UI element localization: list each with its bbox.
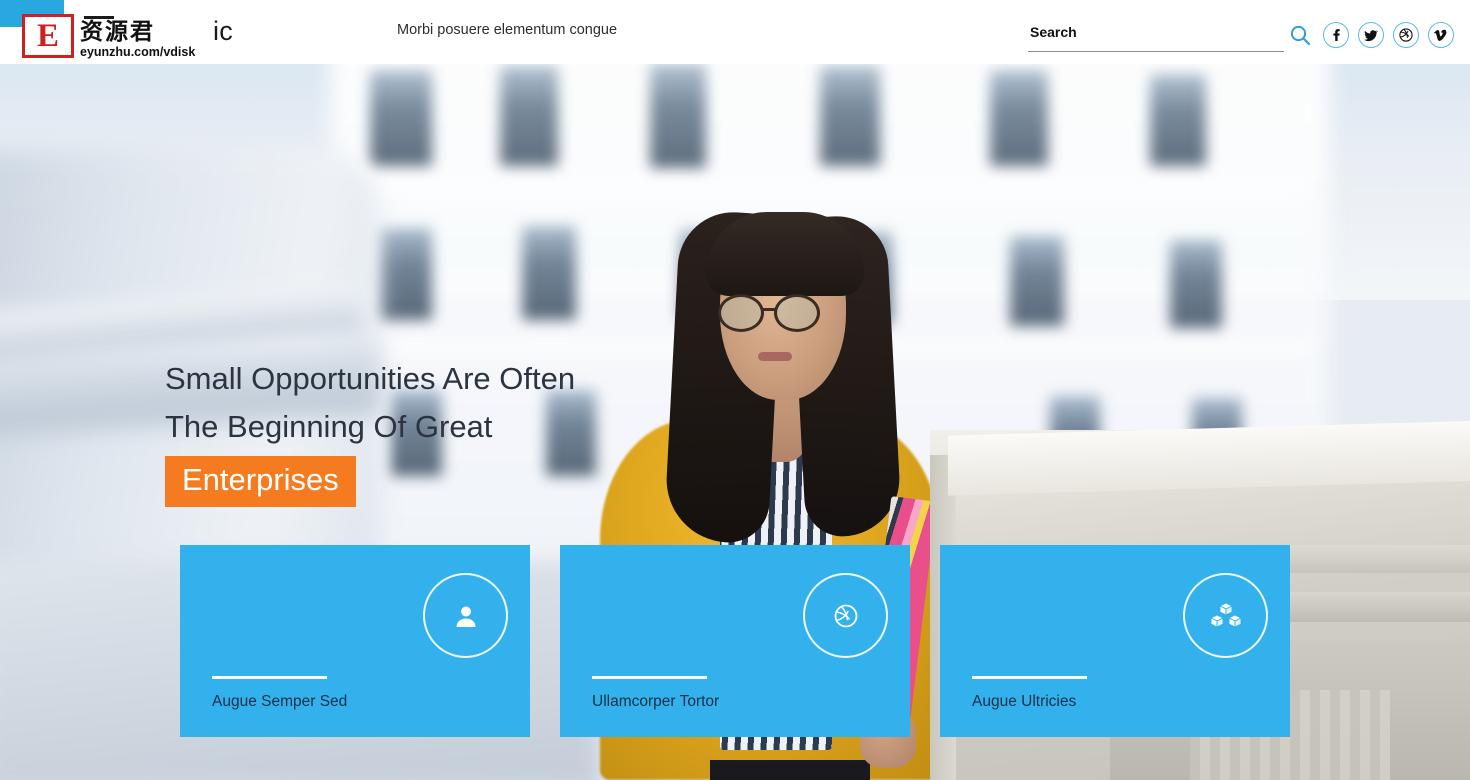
site-header: ic Morbi posuere elementum congue xyxy=(0,0,1470,64)
nav-tagline[interactable]: Morbi posuere elementum congue xyxy=(397,22,617,38)
page-root: ic Morbi posuere elementum congue Search… xyxy=(0,0,1470,780)
search-input[interactable] xyxy=(1028,18,1284,51)
watermark-text: 资源君 eyunzhu.com/vdisk xyxy=(80,15,196,59)
feature-card[interactable]: Augue Semper Sed xyxy=(180,545,530,737)
social-links xyxy=(1323,22,1454,48)
hero-headline-line-1: Small Opportunities Are Often xyxy=(165,361,576,396)
watermark-url: eyunzhu.com/vdisk xyxy=(80,44,196,59)
nav-brand-word[interactable]: ic xyxy=(213,16,233,47)
card-title: Ullamcorper Tortor xyxy=(592,693,720,710)
card-divider xyxy=(972,676,1087,679)
card-title: Augue Semper Sed xyxy=(212,693,348,710)
hero-copy: Small Opportunities Are Often The Beginn… xyxy=(165,355,575,507)
cubes-icon xyxy=(1183,573,1268,658)
dribbble-icon[interactable] xyxy=(1393,22,1419,48)
card-divider xyxy=(212,676,327,679)
twitter-icon[interactable] xyxy=(1358,22,1384,48)
watermark-chinese: 资源君 xyxy=(80,18,155,45)
user-icon xyxy=(423,573,508,658)
feature-card[interactable]: Augue Ultricies xyxy=(940,545,1290,737)
search-icon[interactable] xyxy=(1289,24,1311,46)
search-field-wrapper[interactable] xyxy=(1028,18,1284,52)
watermark-logo: E 资源君 eyunzhu.com/vdisk xyxy=(22,14,195,58)
feature-card[interactable]: Ullamcorper Tortor xyxy=(560,545,910,737)
feature-cards: Augue Semper Sed Ullamcorper Tortor Augu… xyxy=(180,545,1290,737)
hero-headline-highlight: Enterprises xyxy=(165,456,356,507)
watermark-badge-icon: E xyxy=(22,14,74,58)
facebook-icon[interactable] xyxy=(1323,22,1349,48)
card-divider xyxy=(592,676,707,679)
watermark-badge-letter: E xyxy=(36,17,59,54)
vimeo-icon[interactable] xyxy=(1428,22,1454,48)
card-title: Augue Ultricies xyxy=(972,693,1077,710)
hero-headline-line-2: The Beginning Of Great xyxy=(165,409,493,444)
globe-icon xyxy=(803,573,888,658)
